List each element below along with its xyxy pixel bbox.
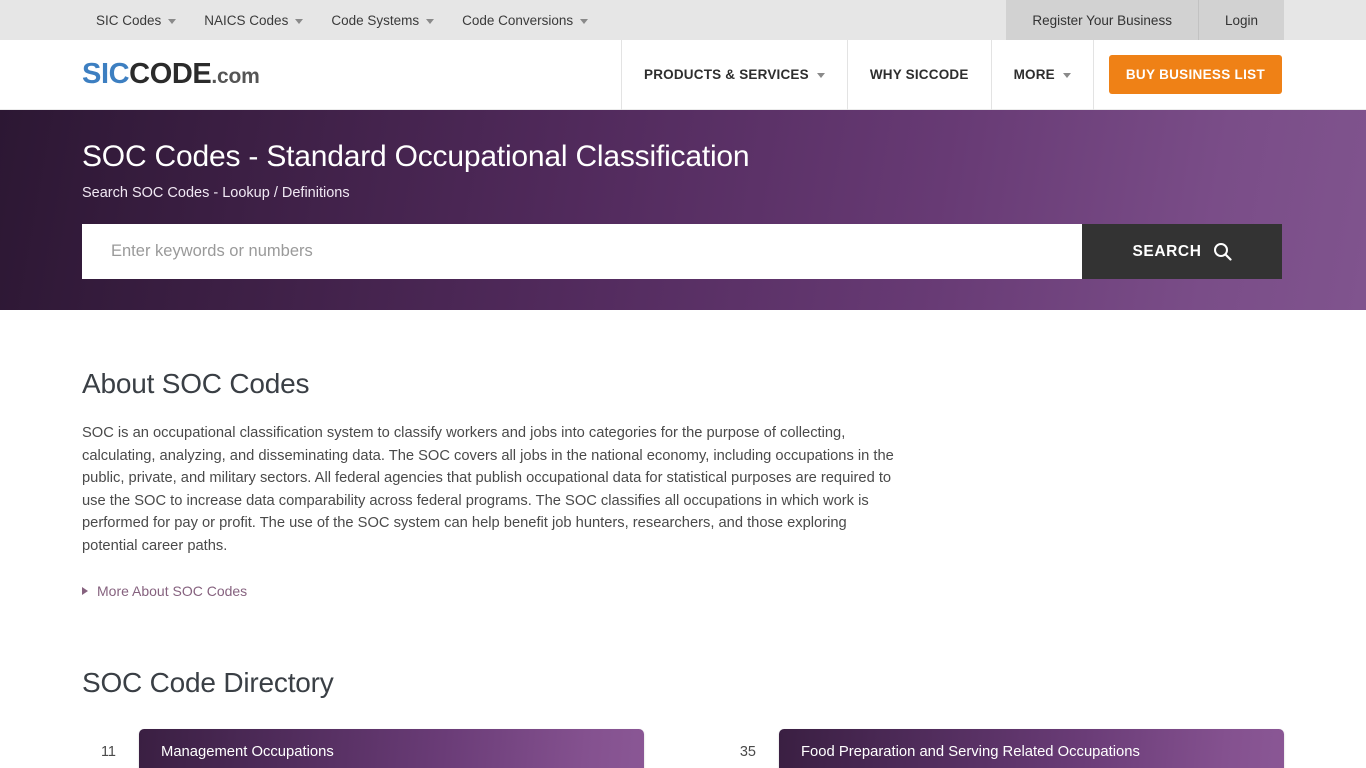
- page-title: SOC Codes - Standard Occupational Classi…: [82, 140, 750, 173]
- triangle-right-icon: [82, 586, 88, 595]
- directory-heading: SOC Code Directory: [82, 666, 334, 698]
- utility-item-code-conversions[interactable]: Code Conversions: [448, 0, 602, 40]
- nav-item-label: PRODUCTS & SERVICES: [644, 67, 809, 82]
- about-heading: About SOC Codes: [82, 368, 310, 399]
- search-icon: [1213, 243, 1232, 261]
- directory-row: 11 Management Occupations: [82, 728, 644, 768]
- search-input[interactable]: [82, 224, 1082, 279]
- utility-item-sic-codes[interactable]: SIC Codes: [82, 0, 190, 40]
- logo-part-dotcom: .com: [211, 65, 260, 88]
- search-bar: SEARCH: [82, 224, 1282, 279]
- site-logo[interactable]: SIC CODE .com: [0, 58, 260, 91]
- utility-nav-right: Register Your Business Login: [1006, 0, 1366, 40]
- login-button[interactable]: Login: [1197, 0, 1284, 40]
- buy-business-list-button[interactable]: BUY BUSINESS LIST: [1108, 55, 1282, 94]
- utility-item-label: Code Conversions: [462, 12, 574, 28]
- utility-nav-left: SIC Codes NAICS Codes Code Systems Code …: [0, 0, 602, 40]
- nav-item-label: WHY SICCODE: [869, 67, 969, 82]
- directory-item-code: 35: [739, 743, 756, 760]
- nav-item-why-siccode[interactable]: WHY SICCODE: [846, 39, 991, 110]
- utility-item-label: SIC Codes: [96, 12, 162, 28]
- directory-item-food-preparation-and-serving-related-occupations[interactable]: Food Preparation and Serving Related Occ…: [779, 728, 1284, 768]
- directory-row: 35 Food Preparation and Serving Related …: [722, 728, 1284, 768]
- more-about-soc-codes-link[interactable]: More About SOC Codes: [82, 583, 247, 599]
- chevron-down-icon: [816, 73, 825, 78]
- chevron-down-icon: [168, 18, 177, 24]
- nav-item-products-services[interactable]: PRODUCTS & SERVICES: [621, 39, 847, 110]
- chevron-down-icon: [426, 18, 435, 24]
- main-navigation: PRODUCTS & SERVICES WHY SICCODE MORE BUY…: [621, 39, 1366, 110]
- utility-item-label: NAICS Codes: [204, 12, 289, 28]
- utility-item-label: Code Systems: [331, 12, 420, 28]
- chevron-down-icon: [580, 18, 589, 24]
- directory-item-code: 11: [100, 743, 116, 760]
- logo-part-code: CODE: [129, 58, 212, 90]
- search-button[interactable]: SEARCH: [1082, 224, 1282, 279]
- chevron-down-icon: [1062, 73, 1071, 78]
- directory-grid: 11 Management Occupations 35 Food Prepar…: [82, 728, 1284, 768]
- more-link-label: More About SOC Codes: [97, 582, 248, 599]
- directory-item-management-occupations[interactable]: Management Occupations: [139, 728, 644, 768]
- top-utility-bar: SIC Codes NAICS Codes Code Systems Code …: [0, 0, 1366, 40]
- page-subtitle: Search SOC Codes - Lookup / Definitions: [82, 185, 350, 201]
- hero-banner: SOC Codes - Standard Occupational Classi…: [0, 110, 1366, 310]
- nav-item-more[interactable]: MORE: [990, 39, 1093, 110]
- utility-item-naics-codes[interactable]: NAICS Codes: [190, 0, 317, 40]
- directory-section: SOC Code Directory 11 Management Occupat…: [82, 599, 1284, 768]
- register-your-business-button[interactable]: Register Your Business: [1006, 0, 1198, 40]
- chevron-down-icon: [295, 18, 304, 24]
- nav-item-label: MORE: [1013, 67, 1055, 82]
- site-header: SIC CODE .com PRODUCTS & SERVICES WHY SICC…: [0, 39, 1366, 110]
- main-content: About SOC Codes SOC is an occupational c…: [0, 310, 1366, 768]
- about-body-text: SOC is an occupational classification sy…: [82, 425, 894, 554]
- utility-item-code-systems[interactable]: Code Systems: [317, 0, 448, 40]
- logo-part-sic: SIC: [82, 58, 130, 90]
- search-button-label: SEARCH: [1132, 242, 1202, 260]
- about-section: About SOC Codes SOC is an occupational c…: [82, 310, 1284, 599]
- cta-container: BUY BUSINESS LIST: [1092, 39, 1282, 110]
